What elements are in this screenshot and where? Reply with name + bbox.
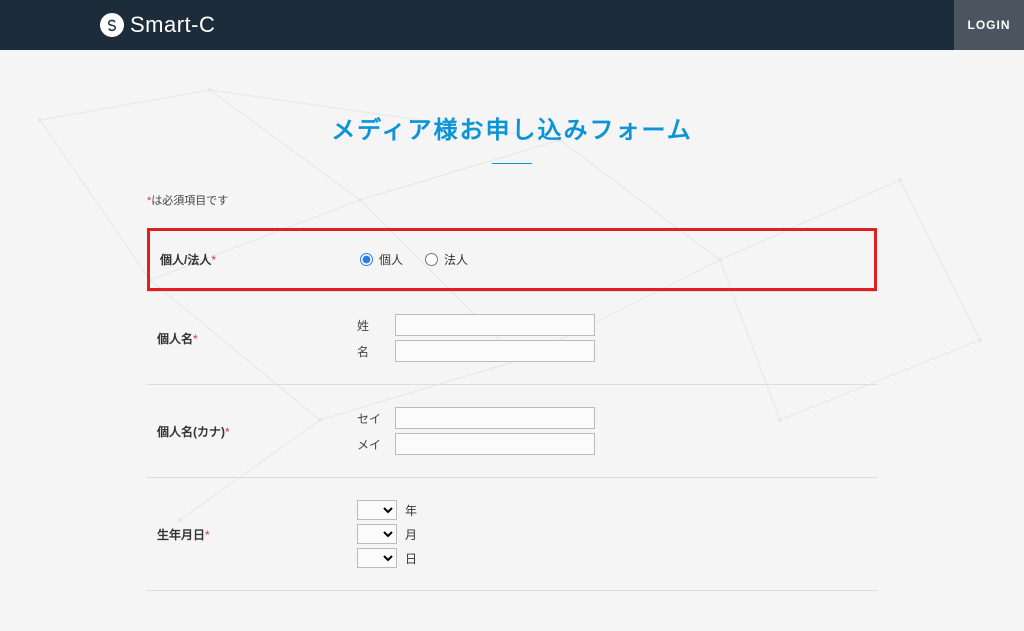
select-dob-year[interactable] (357, 500, 397, 520)
label-name: 個人名* (147, 330, 337, 347)
label-kana: 個人名(カナ)* (147, 423, 337, 440)
page-title: メディア様お申し込みフォーム (147, 110, 877, 145)
form-container: メディア様お申し込みフォーム *は必須項目です 個人/法人* 個人 法人 (147, 50, 877, 631)
radio-entity-personal-input[interactable] (360, 253, 373, 266)
label-dob: 生年月日* (147, 526, 337, 543)
brand-logo[interactable]: Smart-C (100, 12, 215, 38)
dob-month-suffix: 月 (405, 526, 417, 543)
input-given-name[interactable] (395, 340, 595, 362)
sublabel-family: 姓 (357, 317, 385, 334)
sublabel-given-kana: メイ (357, 436, 385, 453)
required-note: *は必須項目です (147, 192, 877, 208)
label-entity: 個人/法人* (150, 251, 340, 268)
input-given-kana[interactable] (395, 433, 595, 455)
title-underline (492, 163, 532, 164)
dob-year-suffix: 年 (405, 502, 417, 519)
brand-logo-icon (100, 13, 124, 37)
input-family-name[interactable] (395, 314, 595, 336)
row-name: 個人名* 姓 名 (147, 291, 877, 385)
header-bar: Smart-C LOGIN (0, 0, 1024, 50)
select-dob-month[interactable] (357, 524, 397, 544)
dob-day-suffix: 日 (405, 550, 417, 567)
sublabel-family-kana: セイ (357, 410, 385, 427)
input-family-kana[interactable] (395, 407, 595, 429)
sublabel-given: 名 (357, 343, 385, 360)
select-dob-day[interactable] (357, 548, 397, 568)
radio-entity-corporate[interactable]: 法人 (425, 251, 468, 268)
row-kana: 個人名(カナ)* セイ メイ (147, 385, 877, 478)
radio-entity-personal[interactable]: 個人 (360, 251, 403, 268)
brand-name: Smart-C (130, 12, 215, 38)
entity-highlight-box: 個人/法人* 個人 法人 (147, 228, 877, 291)
row-entity: 個人/法人* 個人 法人 (150, 233, 874, 286)
radio-entity-corporate-input[interactable] (425, 253, 438, 266)
row-dob: 生年月日* 年 月 日 (147, 478, 877, 591)
login-button[interactable]: LOGIN (954, 0, 1024, 50)
